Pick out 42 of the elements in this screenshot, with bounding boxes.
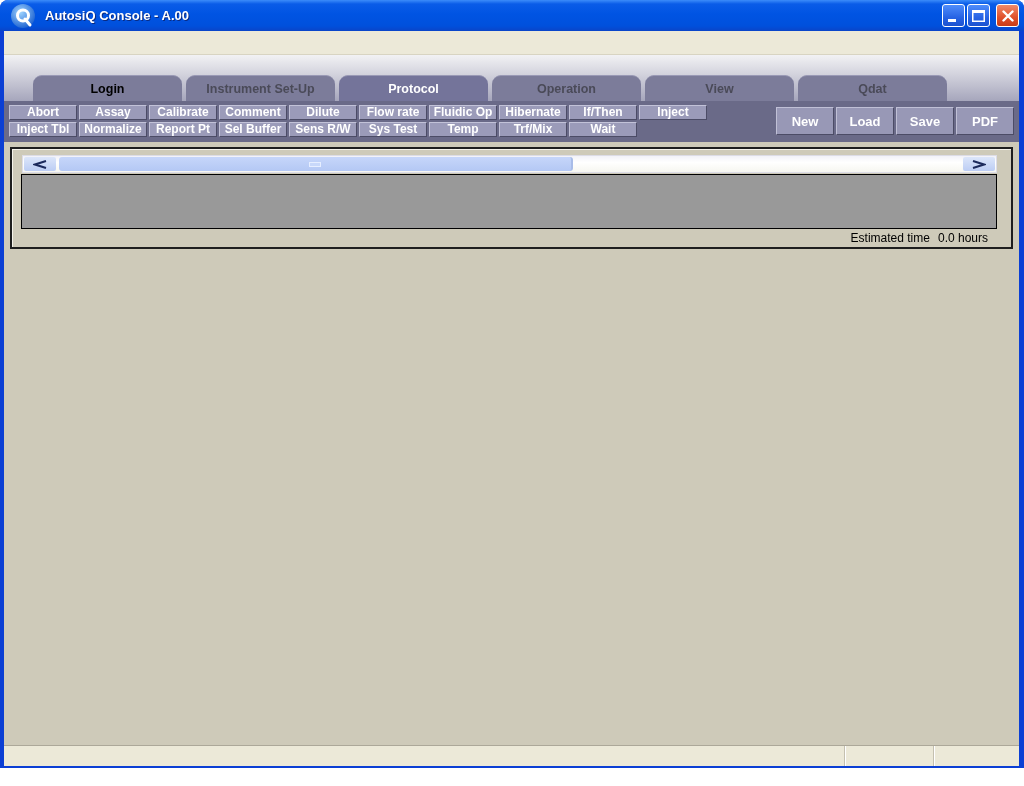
- minimize-icon: [947, 18, 956, 22]
- command-button[interactable]: Inject Tbl: [9, 122, 77, 137]
- command-button[interactable]: Temp: [429, 122, 497, 137]
- scroll-left-button[interactable]: [24, 157, 56, 171]
- maximize-icon: [972, 9, 985, 22]
- horizontal-scrollbar[interactable]: [22, 155, 997, 173]
- command-button[interactable]: Calibrate: [149, 105, 217, 120]
- command-button[interactable]: Hibernate: [499, 105, 567, 120]
- command-button[interactable]: Comment: [219, 105, 287, 120]
- tab[interactable]: Protocol: [339, 75, 488, 101]
- command-button[interactable]: Trf/Mix: [499, 122, 567, 137]
- command-button[interactable]: Abort: [9, 105, 77, 120]
- estimated-time-label: Estimated time: [850, 231, 930, 245]
- command-button[interactable]: Sel Buffer: [219, 122, 287, 137]
- command-button[interactable]: Assay: [79, 105, 147, 120]
- app-logo-icon: [11, 3, 35, 28]
- minimize-button[interactable]: [942, 4, 965, 27]
- command-button[interactable]: If/Then: [569, 105, 637, 120]
- scroll-thumb[interactable]: [59, 157, 573, 171]
- toolbar-button[interactable]: New: [776, 107, 834, 135]
- command-button[interactable]: Flow rate: [359, 105, 427, 120]
- tab[interactable]: Login: [33, 75, 182, 101]
- command-button[interactable]: Dilute: [289, 105, 357, 120]
- command-button[interactable]: Sys Test: [359, 122, 427, 137]
- toolbar-button[interactable]: Save: [896, 107, 954, 135]
- close-icon: [1001, 9, 1014, 22]
- scroll-right-button[interactable]: [963, 157, 995, 171]
- command-button[interactable]: Fluidic Op: [429, 105, 497, 120]
- grip-icon: [309, 161, 321, 167]
- toolbar-button[interactable]: PDF: [956, 107, 1014, 135]
- command-button[interactable]: Wait: [569, 122, 637, 137]
- chevron-left-icon: [33, 159, 47, 169]
- command-button[interactable]: Normalize: [79, 122, 147, 137]
- close-button[interactable]: [996, 4, 1019, 27]
- window-title: AutosiQ Console - A.00: [45, 8, 190, 23]
- command-button[interactable]: Sens R/W: [289, 122, 357, 137]
- estimated-time-value: 0.0 hours: [937, 231, 988, 245]
- maximize-button[interactable]: [967, 4, 990, 27]
- command-button[interactable]: Report Pt: [149, 122, 217, 137]
- command-button[interactable]: Inject: [639, 105, 707, 120]
- chevron-right-icon: [972, 159, 986, 169]
- toolbar-button[interactable]: Load: [836, 107, 894, 135]
